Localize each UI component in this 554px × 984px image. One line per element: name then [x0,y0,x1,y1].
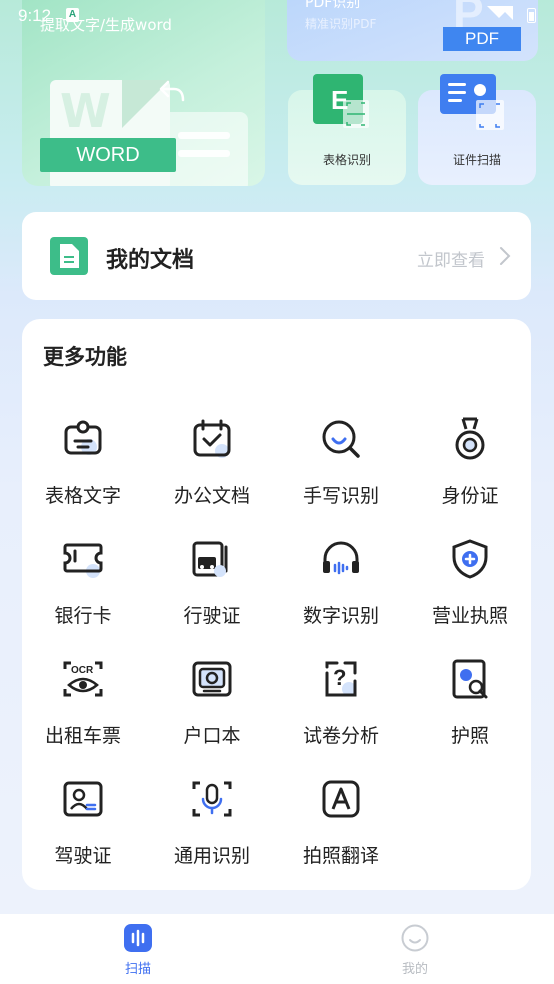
view-now-link[interactable]: 立即查看 [417,246,485,271]
function-item[interactable]: OCR 出租车票 [23,637,143,747]
function-label: 营业执照 [431,605,508,627]
passport-icon [448,657,492,701]
chevron-right-icon [500,247,511,265]
svg-text:OCR: OCR [71,665,94,676]
table-recognize-label: 表格识别 [322,153,371,167]
function-item[interactable]: 手写识别 [281,397,401,507]
function-label: 表格文字 [44,485,121,507]
vehicle-license-icon [190,537,234,581]
function-item[interactable]: 拍照翻译 [281,757,401,867]
medal-icon [448,417,492,461]
clipboard-icon [61,417,105,461]
function-label: 户口本 [183,725,241,747]
function-item[interactable]: 通用识别 [152,757,272,867]
battery-icon [527,8,536,23]
function-label: 数字识别 [302,605,379,627]
function-item[interactable]: 营业执照 [410,517,530,627]
more-functions-panel: 更多功能 表格文字 办公文档 手写识别 身份证 银行卡 行驶证 数字识别 营业执… [22,319,531,890]
function-item[interactable]: 驾驶证 [23,757,143,867]
id-scan-card[interactable]: 证件扫描 [418,74,536,185]
function-label: 护照 [450,725,489,747]
shield-plus-icon [448,537,492,581]
word-watermark: W [60,84,111,138]
id-card-scan-icon [440,74,504,130]
tab-mine[interactable]: 我的 [345,914,485,984]
svg-text:?: ? [333,665,346,690]
function-label: 手写识别 [302,485,379,507]
booklet-icon [190,657,234,701]
function-item[interactable]: 银行卡 [23,517,143,627]
function-label: 身份证 [441,485,499,507]
function-label: 试卷分析 [302,725,379,747]
function-item[interactable]: 行驶证 [152,517,272,627]
undo-arrow-icon [159,80,185,102]
function-label: 拍照翻译 [302,845,379,867]
translate-a-icon [319,777,363,821]
my-documents-row[interactable]: 我的文档 立即查看 [22,212,531,300]
scan-tab-icon [124,924,152,952]
tab-scan-label: 扫描 [124,962,151,977]
function-item[interactable]: 数字识别 [281,517,401,627]
function-label: 出租车票 [44,725,121,747]
ticket-card-icon [61,537,105,581]
status-time: 9:12 [18,6,52,25]
question-icon: ? [319,657,363,701]
headphones-icon [319,537,363,581]
status-bar: 9:12 A [0,0,554,34]
function-label: 办公文档 [173,485,250,507]
driver-license-icon [61,777,105,821]
document-icon [50,237,88,275]
id-scan-label: 证件扫描 [452,153,501,167]
function-label: 驾驶证 [54,845,112,867]
function-label: 通用识别 [173,845,250,867]
ocr-eye-icon: OCR [61,657,105,701]
function-item[interactable]: 护照 [410,637,530,747]
bottom-tab-bar: 扫描 我的 [0,914,554,984]
notification-icon: A [66,8,79,22]
magnifier-icon [319,417,363,461]
smile-icon [401,924,429,952]
function-label: 行驶证 [183,605,241,627]
function-item[interactable]: 户口本 [152,637,272,747]
table-recognize-card[interactable]: E 表格识别 [288,74,406,185]
word-badge: WORD [40,138,176,172]
more-functions-title: 更多功能 [43,345,127,369]
tab-mine-label: 我的 [401,962,428,977]
function-item[interactable]: ? 试卷分析 [281,637,401,747]
function-item[interactable]: 表格文字 [23,397,143,507]
tab-scan[interactable]: 扫描 [68,914,208,984]
function-label: 银行卡 [54,605,112,627]
excel-icon: E [313,74,369,128]
function-item[interactable]: 身份证 [410,397,530,507]
scan-mic-icon [190,777,234,821]
my-documents-title: 我的文档 [106,248,195,273]
calendar-check-icon [190,417,234,461]
function-item[interactable]: 办公文档 [152,397,272,507]
